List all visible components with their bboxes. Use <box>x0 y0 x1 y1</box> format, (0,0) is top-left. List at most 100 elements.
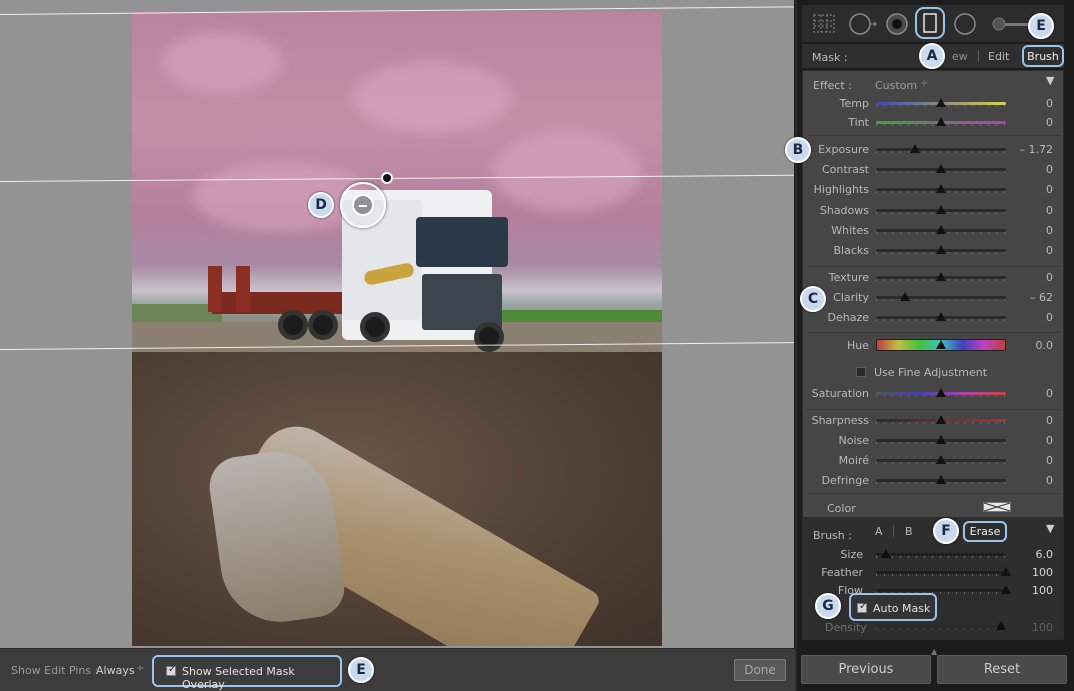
collapse-triangle-icon[interactable]: ▼ <box>1046 74 1054 87</box>
brush-a-button[interactable]: A <box>875 525 883 538</box>
auto-mask-toggle[interactable]: ✓ Auto Mask <box>849 593 937 621</box>
fine-adjustment-checkbox[interactable] <box>856 367 866 377</box>
slider-thumb[interactable] <box>936 455 946 464</box>
slider-value[interactable]: 0 <box>1003 163 1053 176</box>
slider-thumb[interactable] <box>936 340 946 349</box>
radial-filter-icon[interactable] <box>953 12 977 36</box>
graduated-filter-tool-selected[interactable] <box>915 7 945 39</box>
brush-slider-value[interactable]: 100 <box>1003 584 1053 597</box>
slider-label: Noise <box>838 434 869 447</box>
brush-slider-value[interactable]: 100 <box>1003 566 1053 579</box>
brush-slider-track[interactable] <box>876 571 1006 574</box>
brush-slider-track[interactable] <box>876 589 1006 592</box>
slider-value[interactable]: 0 <box>1003 414 1053 427</box>
red-eye-icon[interactable] <box>885 12 909 36</box>
auto-mask-checkbox[interactable]: ✓ <box>857 601 867 613</box>
mask-overlay-label: Show Selected Mask Overlay <box>182 665 295 691</box>
slider-label: Contrast <box>821 163 869 176</box>
reset-button[interactable]: Reset <box>937 655 1067 684</box>
photo-image[interactable] <box>132 12 662 646</box>
slider-track[interactable] <box>876 148 1006 151</box>
slider-value[interactable]: 0 <box>1003 244 1053 257</box>
slider-label: Hue <box>846 339 869 352</box>
slider-label: Shadows <box>819 204 869 217</box>
slider-value[interactable]: 0 <box>1003 387 1053 400</box>
cloud-shape <box>162 32 282 92</box>
slider-value[interactable]: 0 <box>1003 204 1053 217</box>
slider-value[interactable]: – 62 <box>1003 291 1053 304</box>
trailer-ramp <box>208 266 222 312</box>
callout-d: D <box>308 192 334 218</box>
slider-thumb[interactable] <box>936 388 946 397</box>
edit-pin-center[interactable] <box>352 194 374 216</box>
brush-label: Brush : <box>813 529 852 542</box>
show-mask-overlay-toggle[interactable]: ✓ Show Selected Mask Overlay <box>152 655 342 691</box>
slider-value[interactable]: 0 <box>1003 454 1053 467</box>
slider-thumb[interactable] <box>936 312 946 321</box>
slider-value[interactable]: 0 <box>1003 97 1053 110</box>
brush-slider-track[interactable] <box>876 553 1006 556</box>
slider-label: Texture <box>828 271 869 284</box>
slider-thumb[interactable] <box>936 98 946 107</box>
brush-b-button[interactable]: B <box>905 525 913 538</box>
brush-slider-thumb[interactable] <box>881 549 892 558</box>
slider-thumb[interactable] <box>936 164 946 173</box>
effect-preset-select[interactable]: Custom <box>875 79 917 92</box>
slider-label: Highlights <box>813 183 869 196</box>
slider-thumb[interactable] <box>936 415 946 424</box>
slider-thumb[interactable] <box>936 225 946 234</box>
show-edit-pins-label: Show Edit Pins : <box>11 664 99 677</box>
mask-brush-button[interactable]: Brush <box>1022 45 1064 67</box>
slider-thumb[interactable] <box>936 205 946 214</box>
callout-g: G <box>815 593 841 619</box>
done-button[interactable]: Done <box>734 659 786 681</box>
color-swatch-none-icon[interactable] <box>983 502 1011 512</box>
slider-value[interactable]: 0 <box>1003 311 1053 324</box>
spot-removal-icon[interactable] <box>848 12 878 36</box>
slider-value[interactable]: 0 <box>1003 434 1053 447</box>
brush-slider-value[interactable]: 6.0 <box>1003 548 1054 561</box>
edit-pin[interactable] <box>340 182 386 228</box>
mask-new-button[interactable]: ew <box>952 50 968 63</box>
effect-label: Effect : <box>813 79 852 92</box>
slider-thumb[interactable] <box>936 435 946 444</box>
slider-value[interactable]: 0 <box>1003 116 1053 129</box>
slider-label: Dehaze <box>827 311 870 324</box>
slider-value[interactable]: 0 <box>1003 271 1053 284</box>
truck-wheel <box>278 310 308 340</box>
photo-canvas[interactable]: D <box>0 0 795 648</box>
show-edit-pins-select[interactable]: Always <box>96 664 135 677</box>
slider-label: Saturation <box>811 387 869 400</box>
slider-label: Whites <box>831 224 869 237</box>
mask-overlay-checkbox[interactable]: ✓ <box>166 664 177 676</box>
slider-thumb[interactable] <box>936 117 946 126</box>
collapse-triangle-icon[interactable]: ▼ <box>1046 522 1054 535</box>
slider-value[interactable]: – 1.72 <box>1003 143 1054 156</box>
density-slider-track[interactable] <box>876 625 1006 628</box>
slider-thumb[interactable] <box>936 475 946 484</box>
cloud-shape <box>492 132 642 212</box>
panel-collapse-icon[interactable]: ▲ <box>931 647 937 656</box>
dropdown-caret-icon[interactable]: ÷ <box>920 78 928 89</box>
mask-edit-button[interactable]: Edit <box>988 50 1009 63</box>
check-icon: ✓ <box>168 664 177 675</box>
slider-thumb[interactable] <box>936 184 946 193</box>
slider-value[interactable]: 0 <box>1003 183 1053 196</box>
previous-button[interactable]: Previous <box>801 655 931 684</box>
slider-thumb[interactable] <box>910 144 920 153</box>
slider-value[interactable]: 0.0 <box>1003 339 1054 352</box>
brush-erase-button[interactable]: Erase <box>963 521 1007 542</box>
slider-track[interactable] <box>876 296 1006 299</box>
rotate-handle[interactable] <box>381 172 393 184</box>
truck-wheel <box>474 322 504 352</box>
callout-c: C <box>800 286 826 312</box>
slider-thumb[interactable] <box>899 292 910 301</box>
section-divider <box>807 493 1061 494</box>
slider-thumb[interactable] <box>936 245 946 254</box>
crop-overlay-icon[interactable] <box>812 12 838 36</box>
slider-value[interactable]: 0 <box>1003 224 1053 237</box>
cloud-shape <box>352 62 512 132</box>
dropdown-caret-icon[interactable]: ÷ <box>136 663 144 674</box>
slider-thumb[interactable] <box>936 272 946 281</box>
slider-value[interactable]: 0 <box>1003 474 1053 487</box>
